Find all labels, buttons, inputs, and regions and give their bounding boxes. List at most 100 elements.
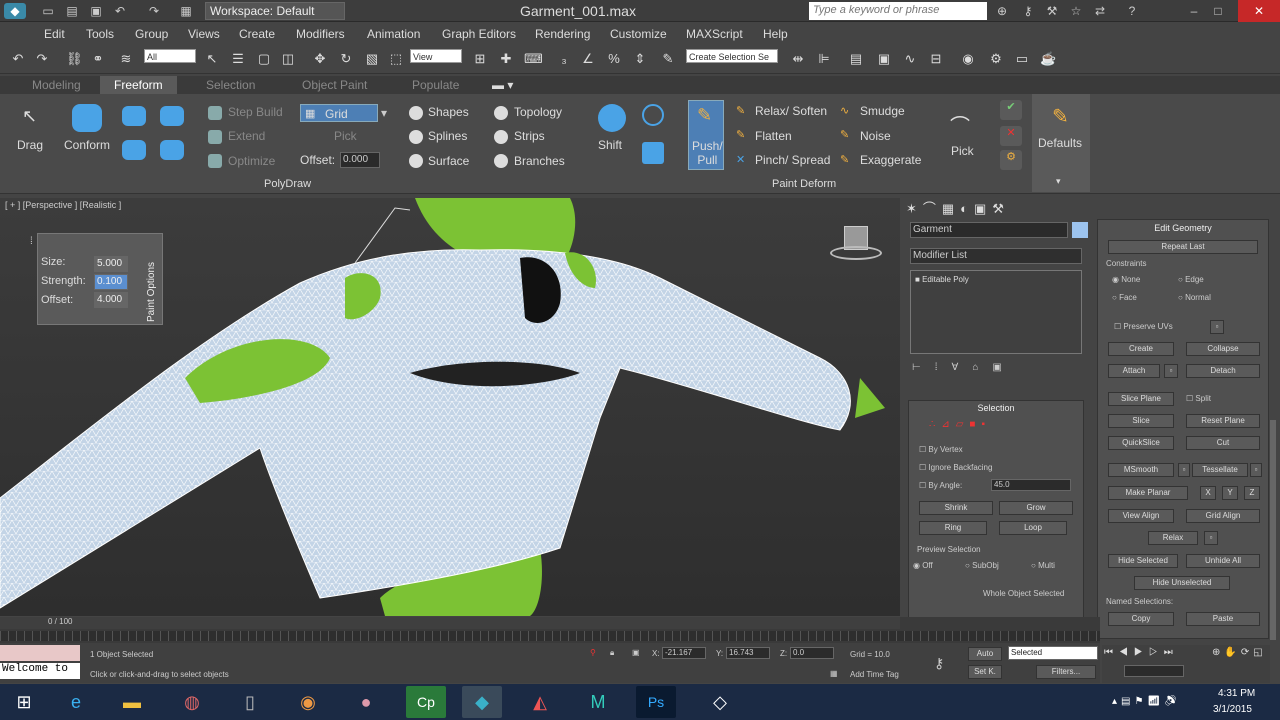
relax-button[interactable]: Relax: [1148, 531, 1198, 545]
relax-soften-button[interactable]: Relax/ Soften: [755, 104, 827, 118]
toggle-ribbon-icon[interactable]: ▣: [876, 51, 892, 67]
push-pull-button[interactable]: ✎ Push/ Pull: [688, 100, 724, 170]
drag-icon[interactable]: ↖: [22, 106, 44, 130]
noise-button[interactable]: Noise: [860, 129, 891, 143]
save-icon[interactable]: ▣: [88, 3, 104, 19]
conform-relax-icon[interactable]: [122, 140, 146, 160]
collapse-button[interactable]: Collapse: [1186, 342, 1260, 356]
hide-unselected-button[interactable]: Hide Unselected: [1134, 576, 1230, 590]
shift-scale-icon[interactable]: [642, 142, 664, 164]
strips-button[interactable]: Strips: [514, 129, 545, 143]
unhide-all-button[interactable]: Unhide All: [1186, 554, 1260, 568]
stack-tools-icons[interactable]: ⊢⁞∀⌂▣: [912, 362, 1042, 376]
constraint-edge-radio[interactable]: ○ Edge: [1178, 275, 1204, 284]
3ds-max-icon[interactable]: ◆: [462, 686, 502, 718]
clock-time[interactable]: 4:31 PM: [1218, 688, 1255, 699]
redo-icon[interactable]: ↷: [146, 3, 162, 19]
mirror-icon[interactable]: ⇹: [790, 51, 806, 67]
move-icon[interactable]: ✥: [312, 51, 328, 67]
maxscript-listener[interactable]: [0, 645, 80, 661]
shapes-button[interactable]: Shapes: [428, 105, 469, 119]
select-by-name-icon[interactable]: ☰: [230, 51, 246, 67]
star-icon[interactable]: ☆: [1068, 3, 1084, 19]
spinner-snap-icon[interactable]: ⇕: [632, 51, 648, 67]
edit-geometry-title[interactable]: Edit Geometry: [1098, 223, 1268, 233]
add-time-tag[interactable]: Add Time Tag: [850, 670, 899, 679]
mudbox-icon[interactable]: ◭: [520, 686, 560, 718]
conform-label[interactable]: Conform: [64, 138, 110, 152]
attach-settings-icon[interactable]: ▫: [1164, 364, 1178, 378]
key-icon[interactable]: ⚷: [1020, 3, 1036, 19]
conform-brush-icon[interactable]: [72, 104, 102, 132]
maximize-icon[interactable]: □: [1210, 3, 1226, 19]
menu-edit[interactable]: Edit: [44, 27, 65, 41]
create-button[interactable]: Create: [1108, 342, 1174, 356]
selection-filter-dropdown[interactable]: All: [144, 49, 196, 63]
size-input[interactable]: 5.000: [94, 256, 128, 272]
copy-button[interactable]: Copy: [1108, 612, 1174, 626]
step-build-button[interactable]: Step Build: [228, 105, 283, 119]
split-checkbox[interactable]: ☐ Split: [1186, 394, 1211, 403]
layer-explorer-icon[interactable]: ▤: [848, 51, 864, 67]
menu-create[interactable]: Create: [239, 27, 275, 41]
select-manipulate-icon[interactable]: ✚: [498, 51, 514, 67]
windows-start-icon[interactable]: ⊞: [2, 686, 46, 718]
curve-editor-icon[interactable]: ∿: [902, 51, 918, 67]
menu-customize[interactable]: Customize: [610, 27, 667, 41]
pick-surface-button[interactable]: Pick: [334, 129, 357, 143]
set-key-button[interactable]: Set K.: [968, 665, 1002, 679]
photoshop-icon[interactable]: Ps: [636, 686, 676, 718]
brush-options-icon[interactable]: ⚙: [1000, 150, 1022, 170]
menu-maxscript[interactable]: MAXScript: [686, 27, 743, 41]
key-filters-button[interactable]: Filters...: [1036, 665, 1096, 679]
select-object-icon[interactable]: ↖: [204, 51, 220, 67]
quickslice-button[interactable]: QuickSlice: [1108, 436, 1174, 450]
accept-icon[interactable]: ✔: [1000, 100, 1022, 120]
splines-button[interactable]: Splines: [428, 129, 467, 143]
z-coordinate-input[interactable]: 0.0: [790, 647, 834, 659]
render-production-icon[interactable]: ☕: [1040, 51, 1056, 67]
redo-icon[interactable]: ↷: [34, 51, 50, 67]
shift-icon[interactable]: [598, 104, 626, 132]
playback-icons[interactable]: ⏮◀▶▷⏭: [1104, 647, 1204, 658]
paste-button[interactable]: Paste: [1186, 612, 1260, 626]
conform-move-icon[interactable]: [122, 106, 146, 126]
viewport-label[interactable]: [ + ] [Perspective ] [Realistic ]: [5, 200, 121, 210]
schematic-view-icon[interactable]: ⊟: [928, 51, 944, 67]
menu-animation[interactable]: Animation: [367, 27, 420, 41]
by-angle-checkbox[interactable]: ☐ By Angle:: [919, 481, 962, 490]
track-bar[interactable]: [0, 631, 1100, 641]
panel-grip-icon[interactable]: ⁞: [30, 236, 33, 247]
chrome-icon[interactable]: ◉: [288, 686, 328, 718]
tray-icons[interactable]: ▴▤⚑📶︎🔊︎: [1112, 696, 1181, 707]
bind-space-warp-icon[interactable]: ≋: [118, 51, 134, 67]
planar-y-button[interactable]: Y: [1222, 486, 1238, 500]
menu-rendering[interactable]: Rendering: [535, 27, 590, 41]
unity-icon[interactable]: ◇: [700, 686, 740, 718]
preserve-uvs-checkbox[interactable]: ☐ Preserve UVs: [1114, 322, 1173, 331]
x-coordinate-input[interactable]: -21.167: [662, 647, 706, 659]
material-editor-icon[interactable]: ◉: [960, 51, 976, 67]
object-name-input[interactable]: Garment: [910, 222, 1068, 238]
draw-on-grid-button[interactable]: ▦ Grid: [300, 104, 378, 122]
navigation-icons[interactable]: ⊕✋⟳◱: [1212, 647, 1268, 658]
object-color-swatch[interactable]: [1072, 222, 1088, 238]
make-planar-button[interactable]: Make Planar: [1108, 486, 1188, 500]
exaggerate-button[interactable]: Exaggerate: [860, 153, 921, 167]
tab-freeform[interactable]: Freeform: [100, 76, 177, 94]
current-frame-input[interactable]: [1124, 665, 1184, 677]
key-mode-dropdown[interactable]: Selected: [1008, 646, 1098, 660]
rendered-frame-icon[interactable]: ▭: [1014, 51, 1030, 67]
menu-views[interactable]: Views: [188, 27, 220, 41]
pivot-center-icon[interactable]: ⊞: [472, 51, 488, 67]
align-icon[interactable]: ⊫: [816, 51, 832, 67]
close-icon[interactable]: ✕: [1238, 0, 1280, 22]
app-logo-icon[interactable]: ◆: [4, 3, 26, 19]
window-crossing-icon[interactable]: ◫: [280, 51, 296, 67]
shift-rotate-icon[interactable]: [642, 104, 664, 126]
isolate-selection-icon[interactable]: ⚲: [590, 648, 596, 657]
exchange-icon[interactable]: ⇄: [1092, 3, 1108, 19]
ring-button[interactable]: Ring: [919, 521, 987, 535]
branches-button[interactable]: Branches: [514, 154, 565, 168]
new-file-icon[interactable]: ▭: [40, 3, 56, 19]
